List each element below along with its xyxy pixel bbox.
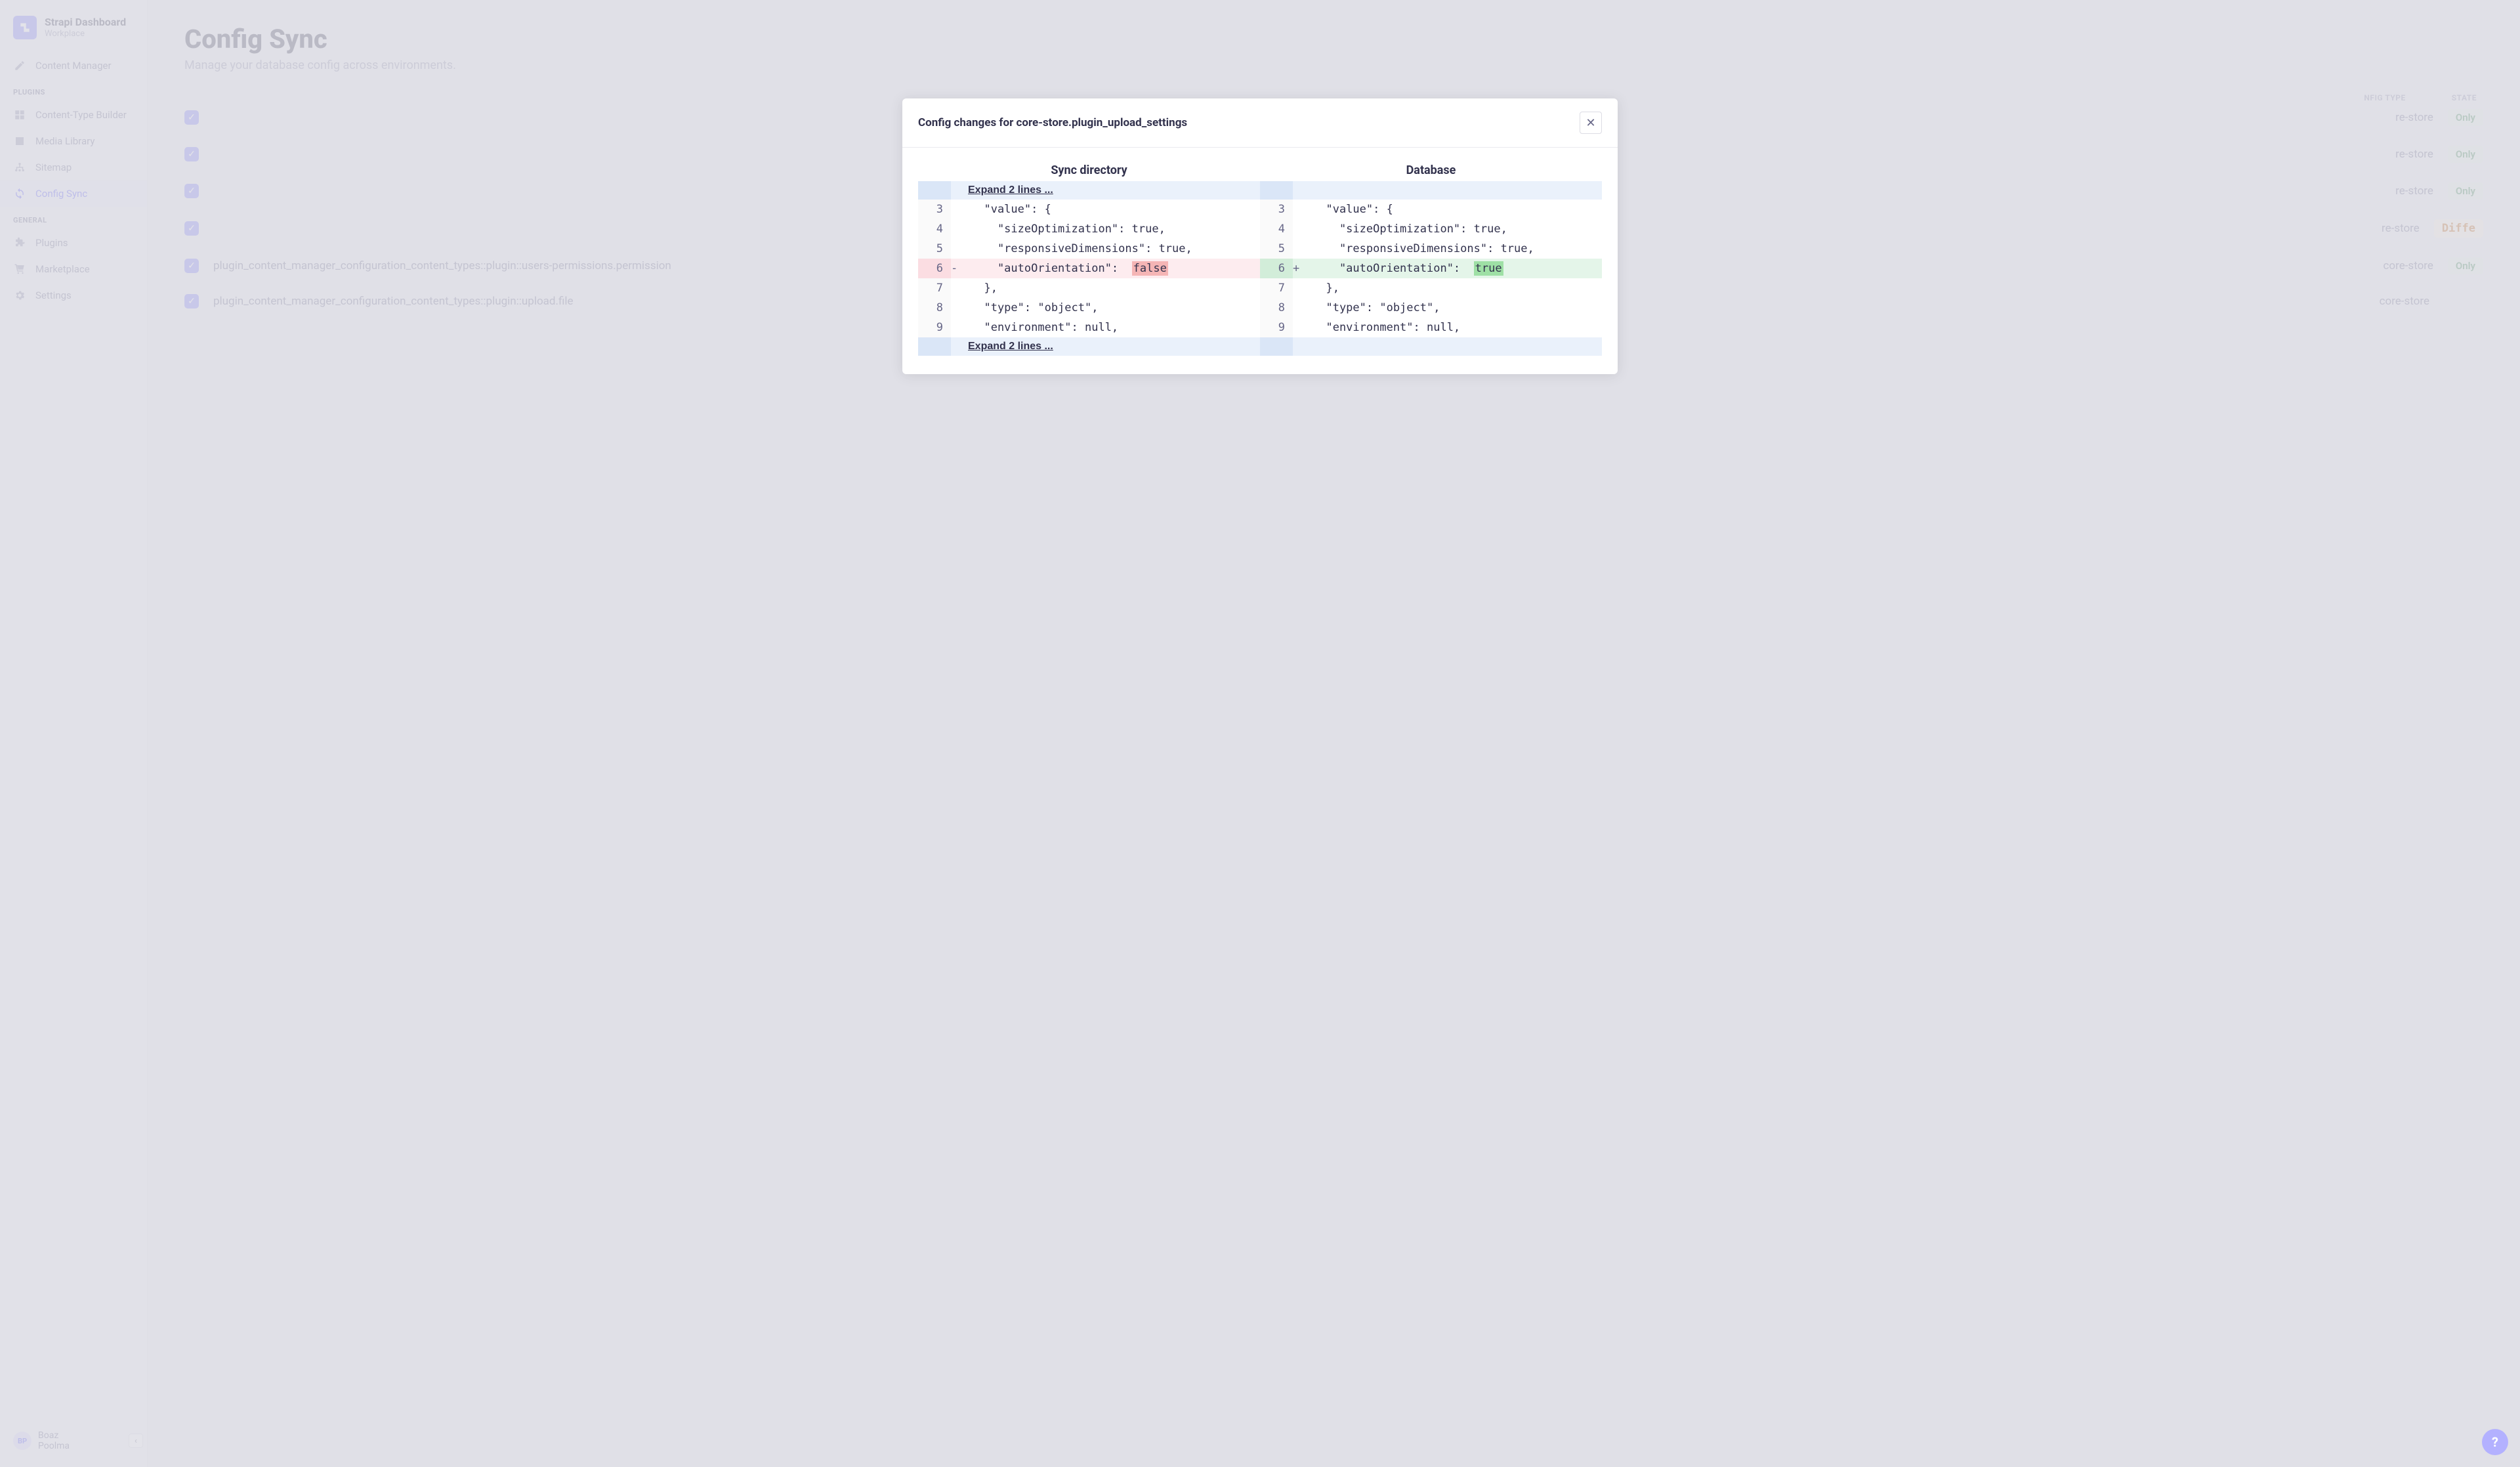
diff-line-left: "type": "object", (965, 298, 1260, 318)
diff-line-left: "responsiveDimensions": true, (965, 239, 1260, 259)
modal-title: Config changes for core-store.plugin_upl… (918, 116, 1187, 129)
close-icon: ✕ (1586, 116, 1595, 130)
expand-lines-button[interactable]: Expand 2 lines ... (951, 337, 1260, 356)
expand-lines-button[interactable]: Expand 2 lines ... (951, 181, 1260, 200)
diff-line-right: "value": { (1307, 200, 1602, 219)
diff-line-right: "responsiveDimensions": true, (1307, 239, 1602, 259)
help-button[interactable]: ? (2482, 1429, 2508, 1455)
diff-line-left: }, (965, 278, 1260, 298)
diff-header-right: Database (1260, 163, 1602, 177)
diff-line-left: "autoOrientation": false (965, 259, 1260, 278)
diff-line-right: }, (1307, 278, 1602, 298)
diff-line-left: "value": { (965, 200, 1260, 219)
config-diff-modal: Config changes for core-store.plugin_upl… (902, 98, 1618, 374)
modal-overlay[interactable]: Config changes for core-store.plugin_upl… (0, 0, 2520, 1467)
help-icon: ? (2492, 1434, 2498, 1450)
diff-line-right: "sizeOptimization": true, (1307, 219, 1602, 239)
modal-close-button[interactable]: ✕ (1580, 112, 1602, 134)
diff-line-right: "type": "object", (1307, 298, 1602, 318)
diff-line-left: "sizeOptimization": true, (965, 219, 1260, 239)
diff-line-right: "autoOrientation": true (1307, 259, 1602, 278)
diff-line-left: "environment": null, (965, 318, 1260, 337)
diff-header-left: Sync directory (918, 163, 1260, 177)
diff-line-right: "environment": null, (1307, 318, 1602, 337)
